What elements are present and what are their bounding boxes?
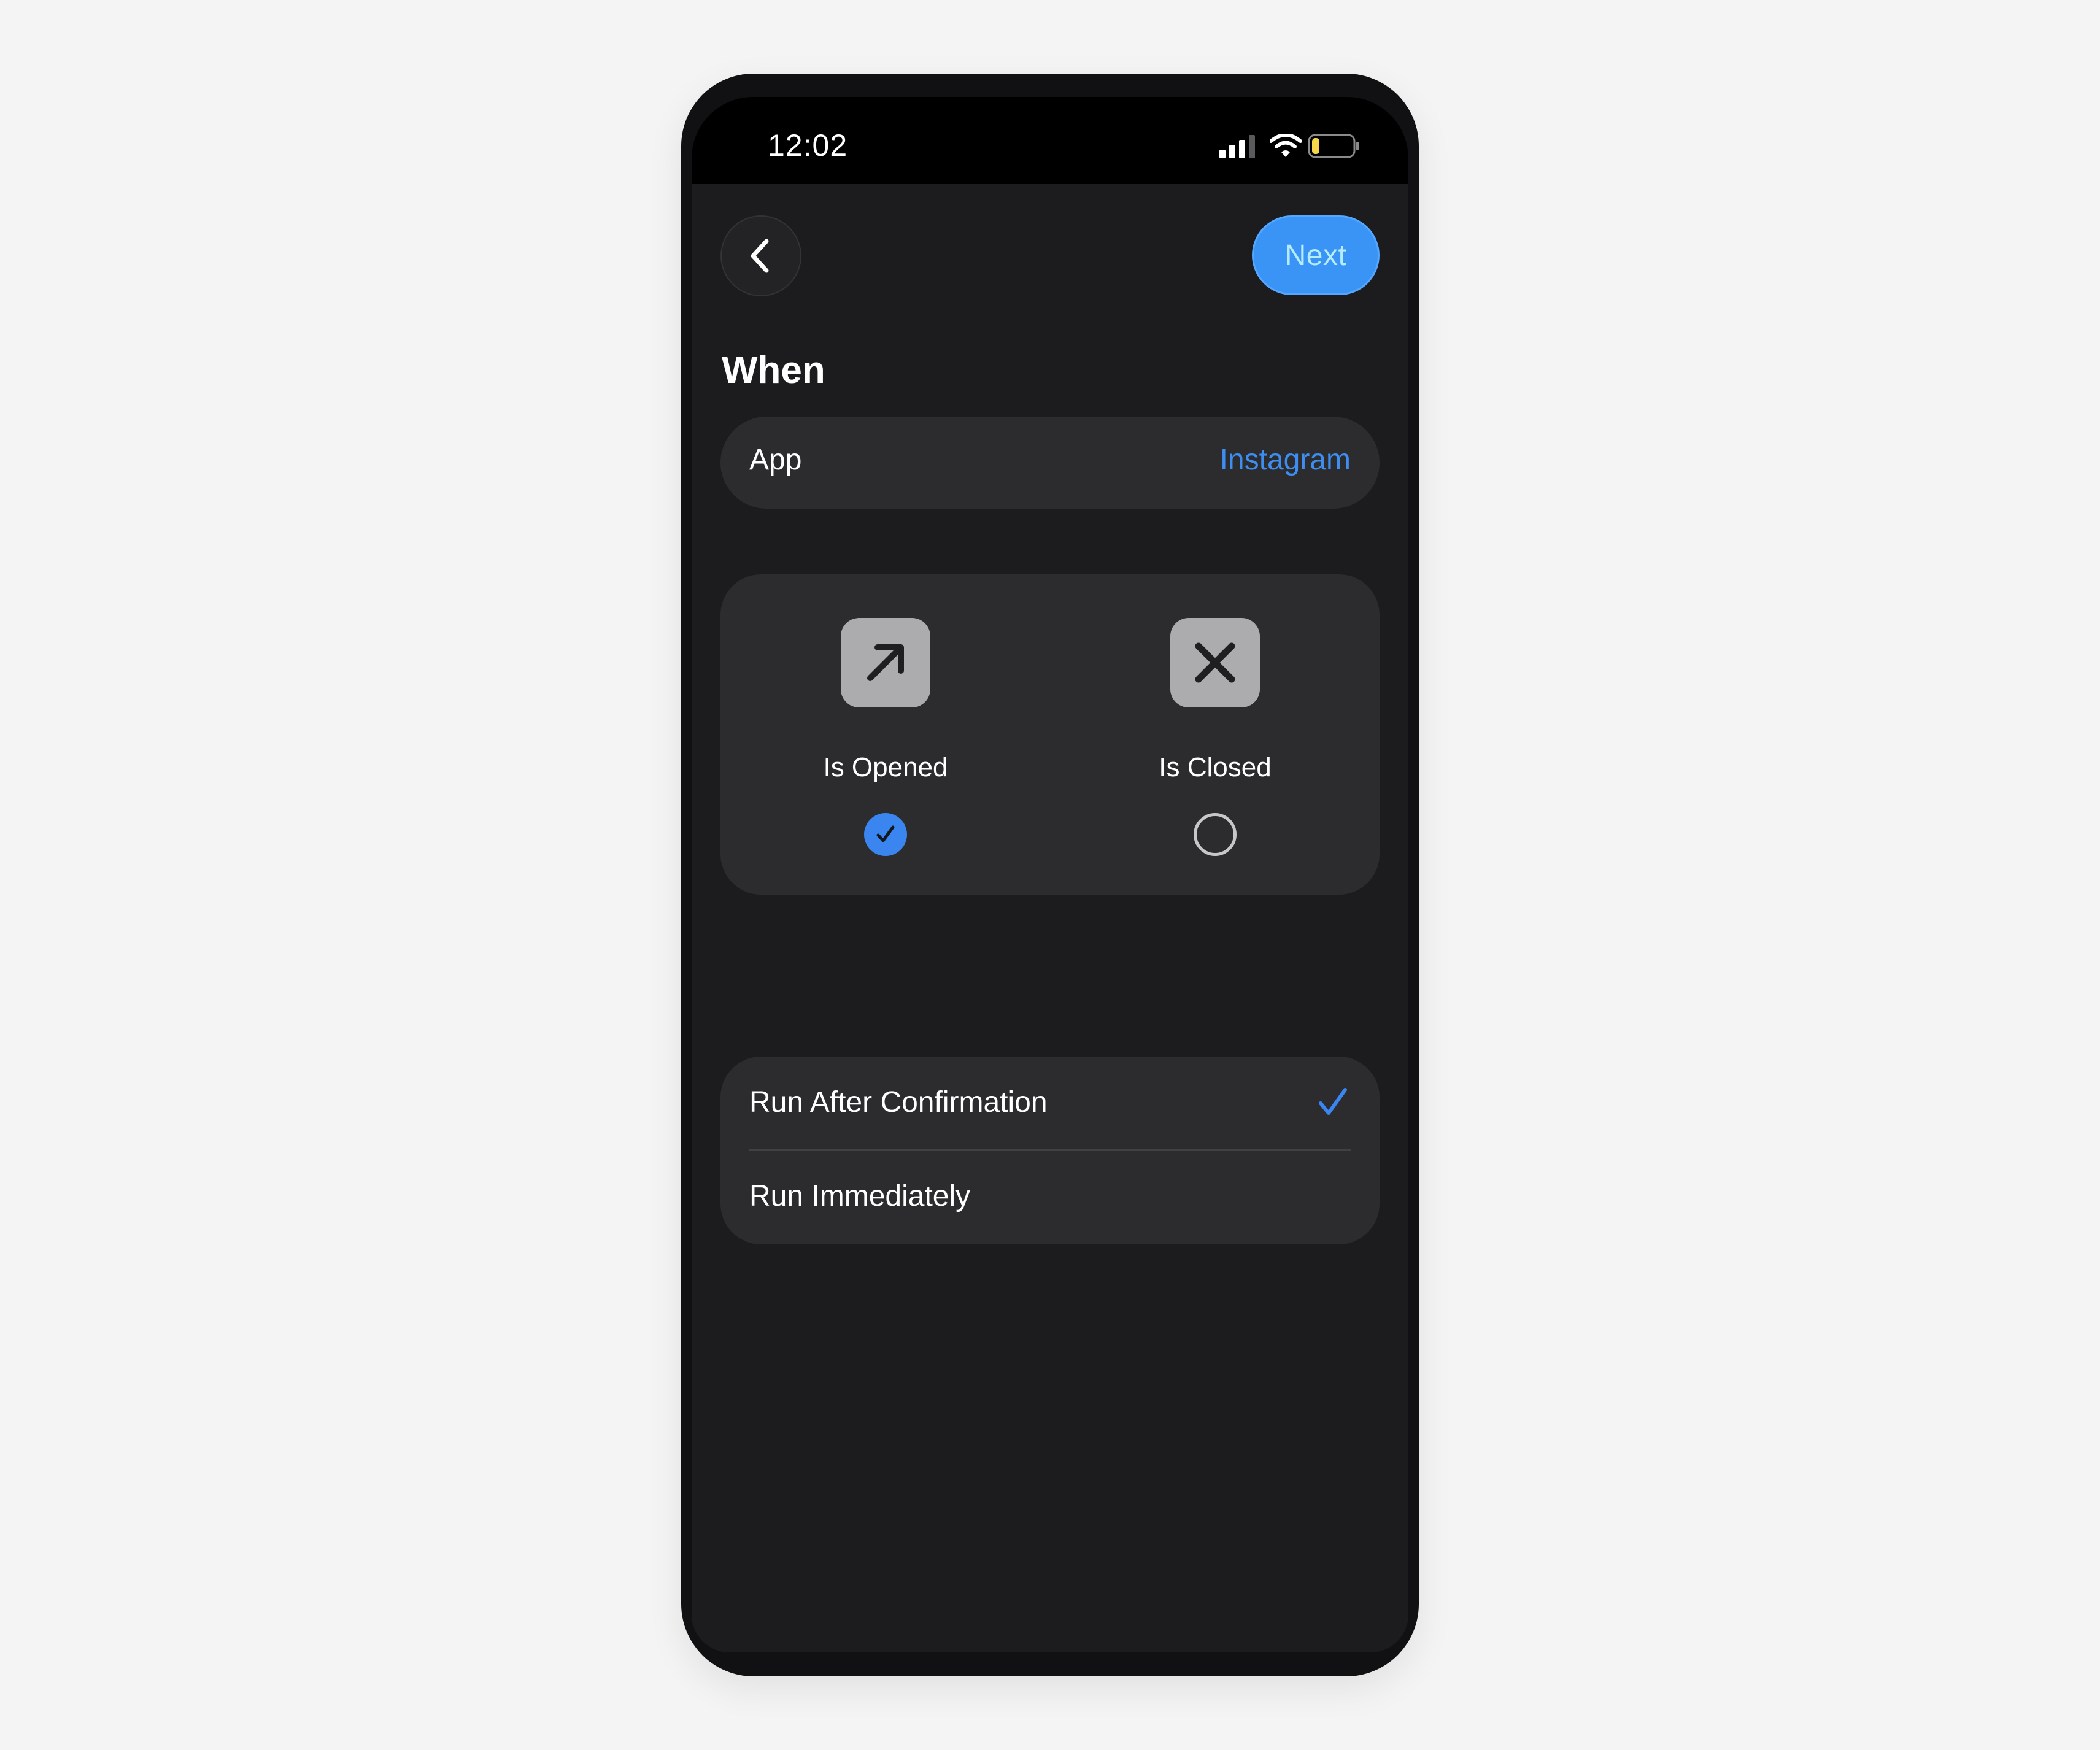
content-sheet xyxy=(692,184,1408,1652)
state-option-closed[interactable]: Is Closed xyxy=(1092,574,1338,895)
cellular-signal-icon xyxy=(1219,135,1255,158)
next-button[interactable]: Next xyxy=(1252,215,1380,295)
back-button[interactable] xyxy=(720,215,801,296)
status-time: 12:02 xyxy=(768,128,848,163)
section-title: When xyxy=(722,349,825,391)
checkmark-icon xyxy=(876,825,895,842)
status-bar: 12:02 xyxy=(692,97,1408,184)
app-label: App xyxy=(749,444,802,476)
run-option-confirmation[interactable]: Run After Confirmation xyxy=(720,1057,1380,1151)
state-label-closed: Is Closed xyxy=(1159,752,1272,782)
arrow-up-right-icon xyxy=(841,618,930,707)
run-option-immediately[interactable]: Run Immediately xyxy=(720,1151,1380,1244)
radio-unselected[interactable] xyxy=(1194,813,1237,856)
run-option-label: Run After Confirmation xyxy=(749,1086,1048,1119)
run-option-label: Run Immediately xyxy=(749,1180,971,1212)
state-option-opened[interactable]: Is Opened xyxy=(763,574,1008,895)
checkmark-icon xyxy=(1319,1088,1347,1115)
app-value[interactable]: Instagram xyxy=(1220,443,1351,477)
wifi-icon xyxy=(1270,134,1302,157)
battery-icon xyxy=(1308,134,1359,158)
trigger-state-card: Is Opened Is Closed xyxy=(720,574,1380,895)
phone-screen: 12:02 Next When App Instagram Is Opened … xyxy=(692,97,1408,1652)
status-icons xyxy=(1219,131,1361,160)
x-mark-icon xyxy=(1170,618,1260,707)
state-label-opened: Is Opened xyxy=(823,752,948,782)
app-row[interactable]: App Instagram xyxy=(720,417,1380,509)
run-mode-card: Run After Confirmation Run Immediately xyxy=(720,1057,1380,1244)
radio-selected[interactable] xyxy=(864,813,907,856)
chevron-left-icon xyxy=(751,239,769,273)
